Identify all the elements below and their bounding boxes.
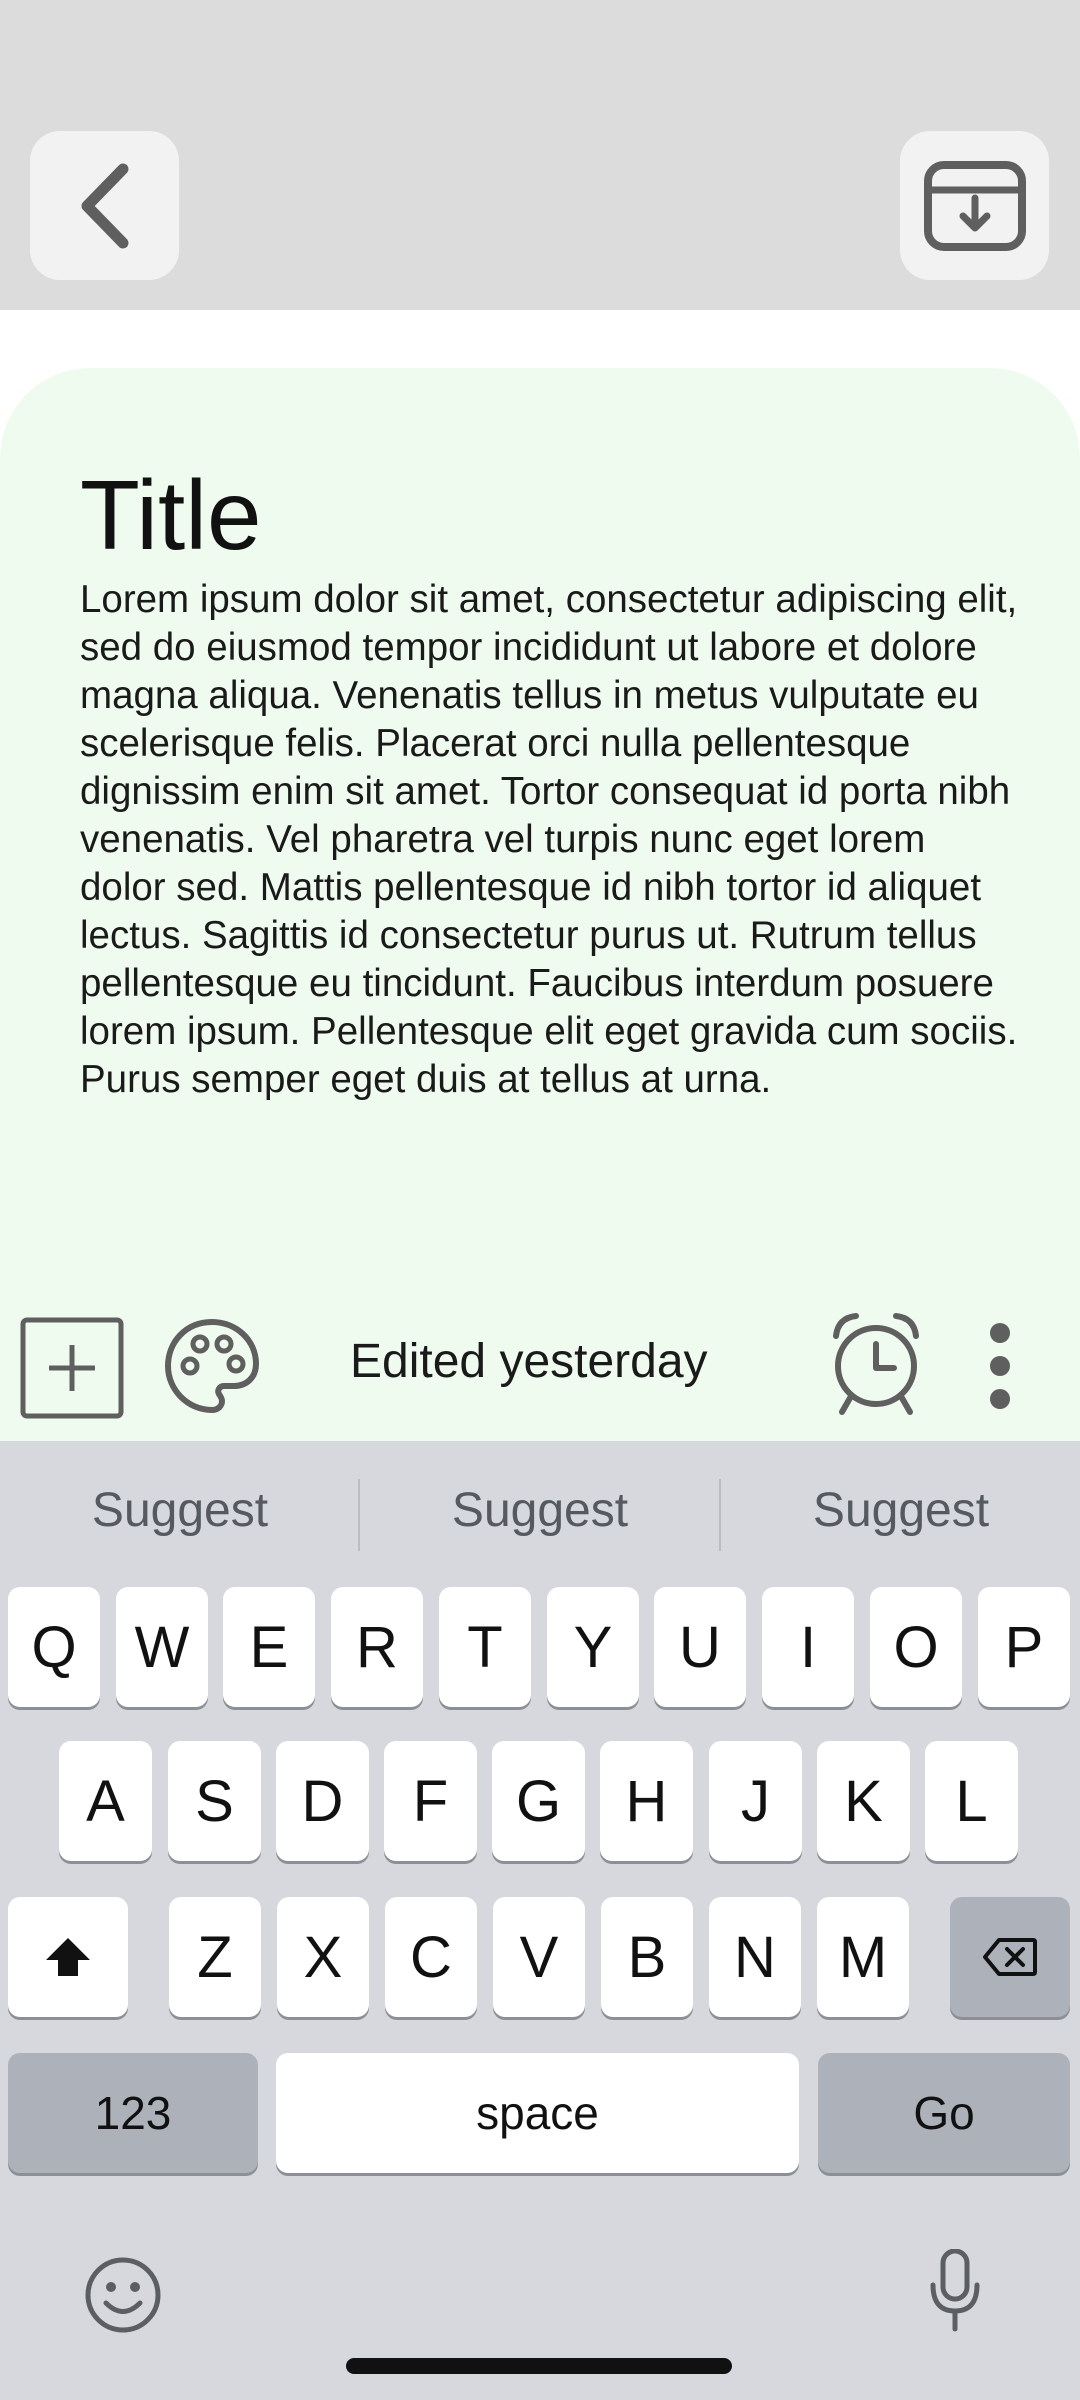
shift-key[interactable] [8, 1897, 128, 2017]
key-z[interactable]: Z [169, 1897, 261, 2017]
numbers-key[interactable]: 123 [8, 2053, 258, 2173]
color-palette-button[interactable] [160, 1314, 264, 1418]
key-g[interactable]: G [492, 1741, 585, 1861]
key-e[interactable]: E [223, 1587, 315, 1707]
microphone-icon [930, 2248, 980, 2332]
download-to-tray-icon [923, 160, 1026, 251]
palette-icon [164, 1318, 260, 1414]
key-f[interactable]: F [384, 1741, 477, 1861]
key-i[interactable]: I [762, 1587, 854, 1707]
key-j[interactable]: J [709, 1741, 802, 1861]
note-title[interactable]: Title [80, 466, 262, 564]
microphone-button[interactable] [927, 2248, 983, 2333]
more-options-button[interactable] [970, 1314, 1030, 1418]
shift-icon [46, 1938, 90, 1976]
add-button[interactable] [20, 1317, 124, 1419]
suggestion-3[interactable]: Suggest [721, 1483, 1080, 1538]
key-l[interactable]: L [925, 1741, 1018, 1861]
note-card: Title Lorem ipsum dolor sit amet, consec… [0, 368, 1080, 1441]
key-c[interactable]: C [385, 1897, 477, 2017]
key-b[interactable]: B [601, 1897, 693, 2017]
suggestion-1[interactable]: Suggest [0, 1483, 360, 1538]
key-q[interactable]: Q [8, 1587, 100, 1707]
add-box-icon [20, 1317, 124, 1419]
reminder-button[interactable] [826, 1308, 926, 1418]
note-body[interactable]: Lorem ipsum dolor sit amet, consectetur … [80, 576, 1020, 1104]
key-x[interactable]: X [277, 1897, 369, 2017]
chevron-left-icon [81, 163, 128, 248]
alarm-clock-icon [833, 1313, 919, 1415]
key-r[interactable]: R [331, 1587, 423, 1707]
suggestion-bar: Suggest Suggest Suggest [0, 1441, 1080, 1589]
onscreen-keyboard: Suggest Suggest Suggest Q W E R T Y U I … [0, 1441, 1080, 2400]
emoji-icon [85, 2257, 161, 2333]
backspace-icon [983, 1938, 1037, 1976]
space-key[interactable]: space [276, 2053, 799, 2173]
key-s[interactable]: S [168, 1741, 261, 1861]
top-app-bar [0, 0, 1080, 310]
key-n[interactable]: N [709, 1897, 801, 2017]
emoji-button[interactable] [84, 2256, 162, 2334]
key-p[interactable]: P [978, 1587, 1070, 1707]
key-a[interactable]: A [59, 1741, 152, 1861]
suggestion-2[interactable]: Suggest [360, 1483, 720, 1538]
edited-status: Edited yesterday [350, 1335, 708, 1388]
key-v[interactable]: V [493, 1897, 585, 2017]
backspace-key[interactable] [950, 1897, 1070, 2017]
key-u[interactable]: U [654, 1587, 746, 1707]
home-indicator [346, 2358, 732, 2374]
save-button[interactable] [900, 131, 1049, 280]
key-d[interactable]: D [276, 1741, 369, 1861]
key-t[interactable]: T [439, 1587, 531, 1707]
key-m[interactable]: M [817, 1897, 909, 2017]
go-key[interactable]: Go [818, 2053, 1070, 2173]
key-o[interactable]: O [870, 1587, 962, 1707]
note-toolbar: Edited yesterday [0, 1300, 1080, 1441]
key-h[interactable]: H [600, 1741, 693, 1861]
key-y[interactable]: Y [547, 1587, 639, 1707]
back-button[interactable] [30, 131, 179, 280]
more-vertical-icon [990, 1323, 1010, 1409]
key-w[interactable]: W [116, 1587, 208, 1707]
key-k[interactable]: K [817, 1741, 910, 1861]
